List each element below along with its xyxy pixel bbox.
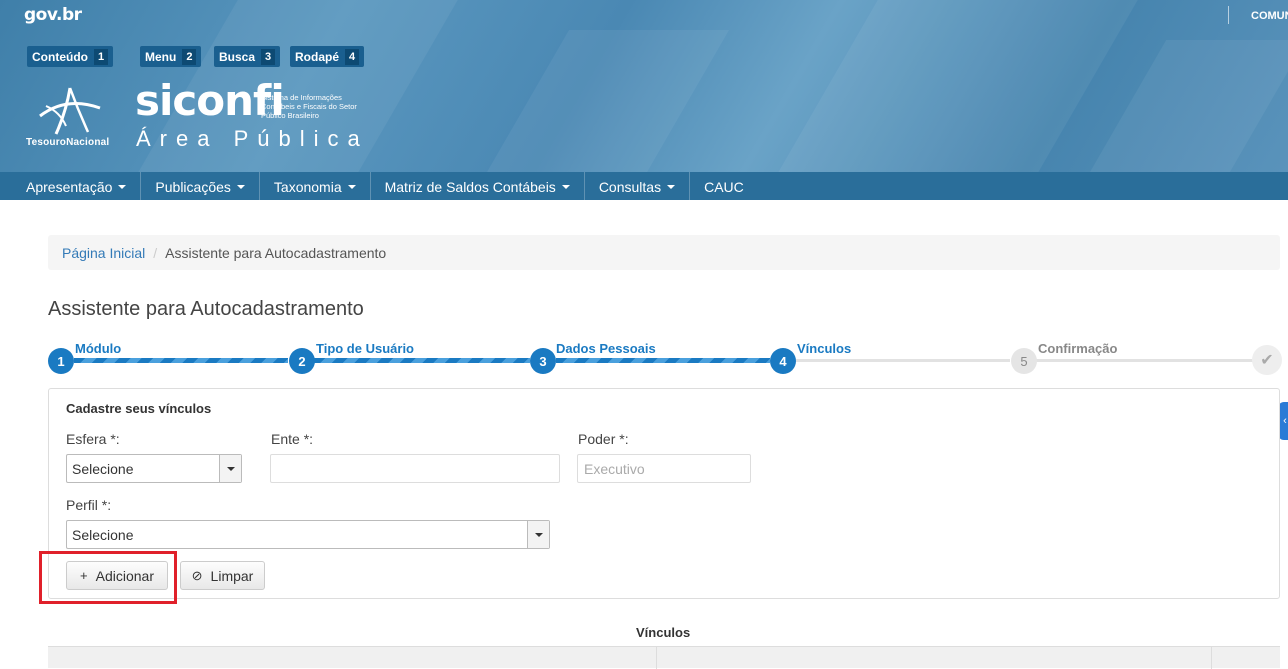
skip-link-label: Menu [145,49,177,64]
nav-label: Apresentação [26,178,113,195]
vinculos-form-panel: Cadastre seus vínculos Esfera *: Selecio… [48,388,1280,599]
vinculos-table-header [48,646,1280,669]
caret-down-icon [236,184,245,189]
skip-link-label: Busca [219,49,256,64]
area-publica-title: Área Pública [136,126,369,151]
esfera-select[interactable]: Selecione [66,454,242,483]
wizard-connector [556,358,770,363]
wizard-step-3-number[interactable]: 3 [530,348,556,374]
wizard-connector [74,358,288,363]
gov-bar: gov.br COMUNICA [0,0,1288,30]
ente-input[interactable] [270,454,560,483]
nav-apresentacao[interactable]: Apresentação [0,172,142,200]
wizard-step-5-label: Confirmação [1038,341,1118,356]
poder-label: Poder *: [578,431,629,447]
wizard-step-4-label[interactable]: Vínculos [797,341,851,356]
wizard-step-1-number[interactable]: 1 [48,348,74,374]
breadcrumb-current: Assistente para Autocadastramento [165,244,387,261]
main-nav: Apresentação Publicações Taxonomia Matri… [0,172,1288,200]
govbr-logo[interactable]: gov.br [24,5,82,25]
skip-link-label: Rodapé [295,49,340,64]
nav-label: CAUC [704,178,744,195]
nav-consultas[interactable]: Consultas [585,172,691,200]
caret-down-icon [561,184,570,189]
nav-matriz-saldos[interactable]: Matriz de Saldos Contábeis [371,172,585,200]
perfil-label: Perfil *: [66,497,112,513]
dropdown-arrow-icon [219,455,241,482]
wizard-step-4-number[interactable]: 4 [770,348,796,374]
skip-link-conteudo[interactable]: Conteúdo 1 [27,46,114,67]
esfera-label: Esfera *: [66,431,120,447]
nav-label: Matriz de Saldos Contábeis [384,178,556,195]
wizard-step-1-label[interactable]: Módulo [75,341,121,356]
page-title: Assistente para Autocadastramento [48,298,364,320]
skip-link-menu[interactable]: Menu 2 [140,46,202,67]
form-title: Cadastre seus vínculos [66,401,212,416]
caret-down-icon [667,184,676,189]
vinculos-table-title: Vínculos [636,625,691,640]
tesouro-nacional-text: TesouroNacional [26,137,110,148]
skip-link-busca[interactable]: Busca 3 [214,46,281,67]
clear-button-label: Limpar [210,567,254,584]
wizard-connector [1036,359,1256,362]
nav-label: Taxonomia [273,178,342,195]
table-column-divider [656,647,657,669]
wizard-connector [796,359,1010,362]
wizard-progress: 1 Módulo 2 Tipo de Usuário 3 Dados Pesso… [48,338,1288,378]
perfil-select[interactable]: Selecione [66,520,550,549]
highlight-box [39,551,177,604]
wizard-step-2-number[interactable]: 2 [289,348,315,374]
perfil-select-value: Selecione [72,526,134,543]
skip-link-label: Conteúdo [32,49,88,64]
skip-link-key: 4 [345,48,360,65]
nav-cauc[interactable]: CAUC [690,172,758,200]
nav-label: Publicações [155,178,231,195]
breadcrumb-home-link[interactable]: Página Inicial [62,245,145,261]
breadcrumb-separator: / [153,244,158,261]
ente-label: Ente *: [271,431,314,447]
check-icon: ✔ [1252,345,1282,375]
caret-down-icon [347,184,356,189]
wizard-step-3-label[interactable]: Dados Pessoais [556,341,656,356]
siconfi-subtitle: Sistema de Informações Contábeis e Fisca… [261,93,357,120]
wizard-connector [314,358,530,363]
esfera-select-value: Selecione [72,460,134,477]
gov-bar-divider [1228,6,1229,24]
wizard-step-2-label[interactable]: Tipo de Usuário [316,341,414,356]
header-texture [762,0,1138,200]
clear-button[interactable]: ⊘ Limpar [180,561,265,590]
skip-link-key: 3 [261,48,276,65]
skip-link-key: 1 [94,48,109,65]
nav-publicacoes[interactable]: Publicações [141,172,260,200]
skip-link-key: 2 [182,48,197,65]
skip-link-rodape[interactable]: Rodapé 4 [290,46,365,67]
wizard-step-5-number: 5 [1011,348,1037,374]
nav-taxonomia[interactable]: Taxonomia [260,172,371,200]
site-header: gov.br COMUNICA Conteúdo 1 Menu 2 Busca … [0,0,1288,200]
caret-down-icon [118,184,127,189]
gov-comunica-link[interactable]: COMUNICA [1251,10,1288,22]
breadcrumb: Página Inicial / Assistente para Autocad… [48,235,1280,270]
table-column-divider [1211,647,1212,669]
poder-input: Executivo [577,454,751,483]
nav-label: Consultas [598,178,662,195]
ban-icon: ⊘ [191,567,203,583]
dropdown-arrow-icon [527,521,549,548]
